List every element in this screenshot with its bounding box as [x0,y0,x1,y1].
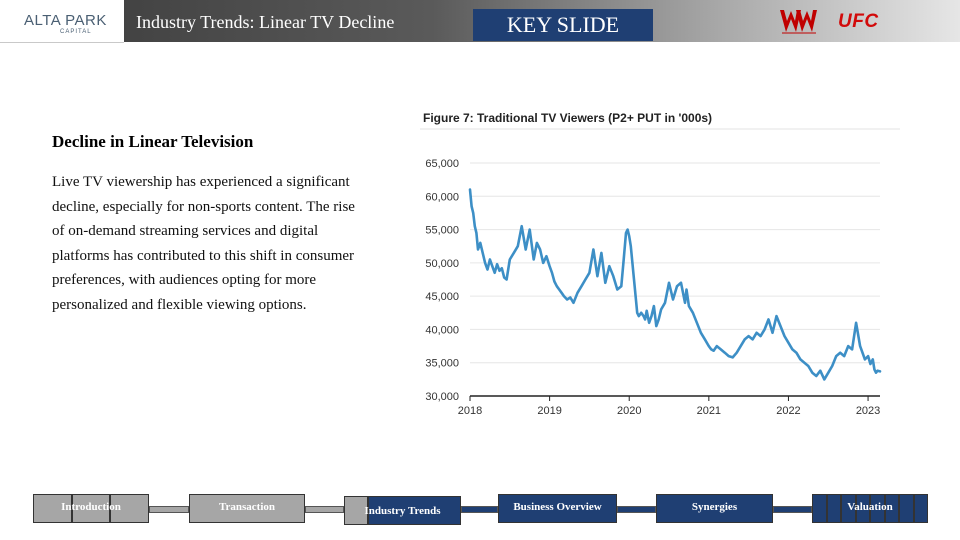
nav-connector [773,506,812,513]
y-tick-label: 30,000 [425,391,459,403]
tv-viewers-line-chart: Figure 7: Traditional TV Viewers (P2+ PU… [420,111,900,417]
nav-item-introduction[interactable]: Introduction [33,494,149,523]
section-navigation: Introduction Transaction Industry Trends Bu… [0,490,960,530]
nav-item-transaction[interactable]: Transaction [189,494,305,523]
nav-item-label: Introduction [61,501,121,513]
nav-item-label: Transaction [218,501,276,513]
logo-main-text: ALTA PARK [24,12,107,29]
x-tick-label: 2021 [697,405,721,417]
y-tick-label: 55,000 [425,225,459,237]
y-tick-label: 35,000 [425,358,459,370]
nav-item-label: Industry Trends [364,505,441,517]
section-heading: Decline in Linear Television [52,132,254,151]
nav-item-valuation[interactable]: Valuation [812,494,928,523]
key-slide-badge: KEY SLIDE [473,9,653,41]
y-tick-label: 50,000 [425,258,459,270]
page-title: Industry Trends: Linear TV Decline [136,12,395,32]
nav-connector [461,506,498,513]
x-tick-label: 2018 [458,405,482,417]
series-line-0 [468,188,882,381]
wwe-logo-icon [780,10,817,34]
nav-item-industry-trends[interactable]: Industry Trends [344,496,461,525]
y-tick-label: 65,000 [425,158,459,170]
logo-sub-text: CAPITAL [60,29,92,35]
x-tick-label: 2023 [856,405,880,417]
x-tick-label: 2020 [617,405,641,417]
x-tick-label: 2019 [537,405,561,417]
nav-item-synergies[interactable]: Synergies [656,494,773,523]
nav-item-label: Business Overview [513,501,602,513]
y-tick-label: 45,000 [425,291,459,303]
company-logo: ALTA PARK CAPITAL [0,0,124,43]
chart-title: Figure 7: Traditional TV Viewers (P2+ PU… [423,111,712,125]
nav-connector [305,506,344,513]
ufc-logo: UFC [838,11,879,32]
nav-item-business-overview[interactable]: Business Overview [498,494,617,523]
y-tick-label: 40,000 [425,324,459,336]
nav-connector [617,506,656,513]
nav-connector [149,506,189,513]
x-tick-label: 2022 [776,405,800,417]
body-paragraph: Live TV viewership has experienced a sig… [52,174,355,313]
nav-item-label: Valuation [847,501,893,513]
nav-item-label: Synergies [691,501,738,513]
y-tick-label: 60,000 [425,191,459,203]
